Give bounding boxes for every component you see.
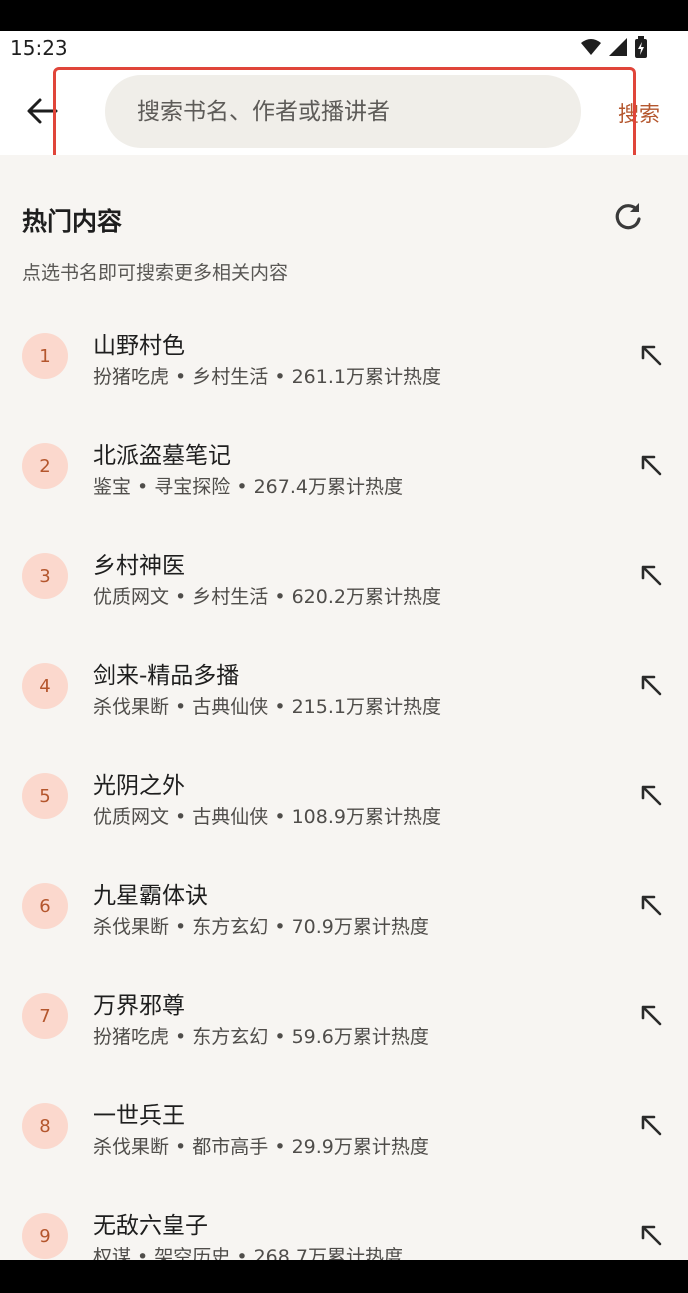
book-meta: 杀伐果断 • 都市高手 • 29.9万累计热度 <box>93 1136 429 1158</box>
rank-badge: 8 <box>22 1103 68 1149</box>
rank-badge: 1 <box>22 333 68 379</box>
book-meta: 权谋 • 架空历史 • 268.7万累计热度 <box>93 1246 403 1260</box>
fill-arrow-icon[interactable] <box>636 1110 666 1140</box>
fill-arrow-icon[interactable] <box>636 890 666 920</box>
book-title: 北派盗墓笔记 <box>93 443 231 469</box>
fill-arrow-icon[interactable] <box>636 670 666 700</box>
fill-arrow-icon[interactable] <box>636 1220 666 1250</box>
list-item[interactable]: 5 光阴之外 优质网文 • 古典仙侠 • 108.9万累计热度 <box>0 740 688 850</box>
list-item[interactable]: 7 万界邪尊 扮猪吃虎 • 东方玄幻 • 59.6万累计热度 <box>0 960 688 1070</box>
book-meta: 鉴宝 • 寻宝探险 • 267.4万累计热度 <box>93 476 403 498</box>
fill-arrow-icon[interactable] <box>636 340 666 370</box>
rank-badge: 6 <box>22 883 68 929</box>
list-item[interactable]: 6 九星霸体诀 杀伐果断 • 东方玄幻 • 70.9万累计热度 <box>0 850 688 960</box>
list-item[interactable]: 9 无敌六皇子 权谋 • 架空历史 • 268.7万累计热度 <box>0 1180 688 1260</box>
fill-arrow-icon[interactable] <box>636 450 666 480</box>
rank-badge: 9 <box>22 1213 68 1259</box>
book-meta: 扮猪吃虎 • 乡村生活 • 261.1万累计热度 <box>93 366 441 388</box>
signal-icon <box>609 38 627 56</box>
book-title: 无敌六皇子 <box>93 1213 208 1239</box>
hot-content-panel: 热门内容 点选书名即可搜索更多相关内容 1 山野村色 扮猪吃虎 • 乡村生活 •… <box>0 155 688 1260</box>
list-item[interactable]: 3 乡村神医 优质网文 • 乡村生活 • 620.2万累计热度 <box>0 520 688 630</box>
rank-badge: 7 <box>22 993 68 1039</box>
book-title: 光阴之外 <box>93 773 185 799</box>
search-header: 搜索 <box>0 65 688 155</box>
book-title: 山野村色 <box>93 333 185 359</box>
list-item[interactable]: 8 一世兵王 杀伐果断 • 都市高手 • 29.9万累计热度 <box>0 1070 688 1180</box>
fill-arrow-icon[interactable] <box>636 1000 666 1030</box>
status-time: 15:23 <box>10 36 68 60</box>
search-button[interactable]: 搜索 <box>618 98 660 128</box>
book-meta: 扮猪吃虎 • 东方玄幻 • 59.6万累计热度 <box>93 1026 429 1048</box>
rank-badge: 4 <box>22 663 68 709</box>
navigation-bar <box>0 1260 688 1293</box>
book-title: 剑来-精品多播 <box>93 663 240 689</box>
book-title: 一世兵王 <box>93 1103 185 1129</box>
fill-arrow-icon[interactable] <box>636 560 666 590</box>
list-item[interactable]: 4 剑来-精品多播 杀伐果断 • 古典仙侠 • 215.1万累计热度 <box>0 630 688 740</box>
book-title: 乡村神医 <box>93 553 185 579</box>
rank-badge: 5 <box>22 773 68 819</box>
section-title: 热门内容 <box>22 207 123 236</box>
book-meta: 优质网文 • 乡村生活 • 620.2万累计热度 <box>93 586 441 608</box>
book-meta: 优质网文 • 古典仙侠 • 108.9万累计热度 <box>93 806 441 828</box>
list-item[interactable]: 2 北派盗墓笔记 鉴宝 • 寻宝探险 • 267.4万累计热度 <box>0 410 688 520</box>
book-meta: 杀伐果断 • 古典仙侠 • 215.1万累计热度 <box>93 696 441 718</box>
book-title: 九星霸体诀 <box>93 883 208 909</box>
wifi-icon <box>581 39 601 55</box>
book-title: 万界邪尊 <box>93 993 185 1019</box>
status-bar: 15:23 <box>0 31 688 65</box>
back-arrow-icon[interactable] <box>22 91 62 131</box>
rank-badge: 2 <box>22 443 68 489</box>
list-item[interactable]: 1 山野村色 扮猪吃虎 • 乡村生活 • 261.1万累计热度 <box>0 300 688 410</box>
search-bar[interactable] <box>105 75 581 148</box>
refresh-icon[interactable] <box>611 199 645 233</box>
section-subtitle: 点选书名即可搜索更多相关内容 <box>22 262 289 284</box>
battery-icon <box>635 36 647 58</box>
fill-arrow-icon[interactable] <box>636 780 666 810</box>
rank-badge: 3 <box>22 553 68 599</box>
book-meta: 杀伐果断 • 东方玄幻 • 70.9万累计热度 <box>93 916 429 938</box>
system-icons <box>580 36 648 58</box>
search-input[interactable] <box>137 98 581 125</box>
